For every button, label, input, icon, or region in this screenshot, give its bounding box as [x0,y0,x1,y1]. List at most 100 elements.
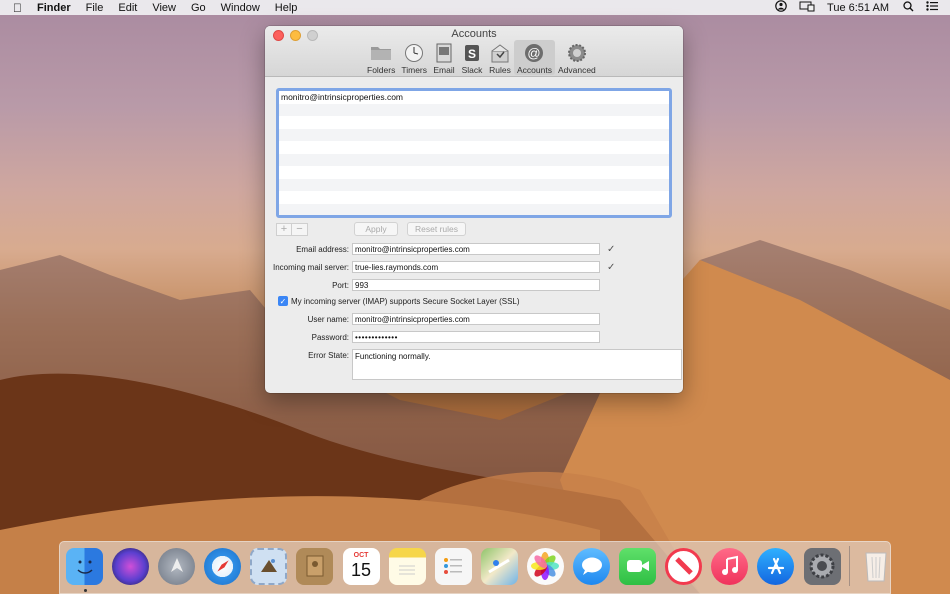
list-item-empty [279,166,669,179]
menu-bar:  Finder File Edit View Go Window Help T… [0,0,950,15]
list-item-empty [279,116,669,129]
menu-clock[interactable]: Tue 6:51 AM [827,2,889,14]
server-label: Incoming mail server: [272,262,349,272]
username-field[interactable]: monitro@intrinsicproperties.com [352,313,600,325]
svg-text:S: S [468,47,476,61]
music-icon[interactable] [711,547,749,585]
tab-label: Timers [401,65,427,75]
port-label: Port: [332,280,349,290]
reset-rules-button[interactable]: Reset rules [407,222,466,236]
accounts-list[interactable]: monitro@intrinsicproperties.com [276,88,672,218]
rules-icon [489,43,511,63]
tab-folders[interactable]: Folders [364,40,398,75]
username-label: User name: [307,314,349,324]
password-row: Password: ••••••••••••• [265,331,600,343]
server-field[interactable]: true-lies.raymonds.com [352,261,600,273]
search-icon[interactable] [903,0,914,15]
email-label: Email address: [296,244,349,254]
list-item-empty [279,153,669,166]
slack-icon: S [461,43,483,63]
user-switch-icon[interactable] [775,0,787,15]
ssl-label[interactable]: My incoming server (IMAP) supports Secur… [291,297,520,306]
calendar-day: 15 [351,560,372,580]
facetime-icon[interactable] [619,547,657,585]
preferences-toolbar: Folders Timers Email S Slack Rules @ Acc… [364,40,599,75]
tab-email[interactable]: Email [430,40,458,75]
list-item-empty [279,191,669,204]
control-list-icon[interactable] [926,1,938,14]
tab-accounts[interactable]: @ Accounts [514,40,555,75]
at-icon: @ [523,43,545,63]
tab-label: Accounts [517,65,552,75]
tab-timers[interactable]: Timers [398,40,430,75]
running-indicator [84,589,87,592]
tab-label: Rules [489,65,511,75]
system-preferences-icon[interactable] [803,547,841,585]
list-buttons: + − Apply Reset rules [276,222,466,236]
notes-icon[interactable] [388,547,426,585]
remove-account-button[interactable]: − [292,222,308,236]
list-item-empty [279,178,669,191]
menu-help[interactable]: Help [275,2,298,14]
menu-file[interactable]: File [86,2,104,14]
list-item-empty [279,128,669,141]
tab-label: Email [433,65,455,75]
menu-window[interactable]: Window [221,2,260,14]
password-label: Password: [311,332,349,342]
port-field[interactable]: 993 [352,279,600,291]
trash-icon[interactable] [858,548,895,585]
finder-icon[interactable] [66,547,103,585]
tab-label: Slack [461,65,483,75]
ssl-checkbox[interactable]: ✓ [278,296,288,306]
clock-icon [403,43,425,63]
accounts-window: Accounts Folders Timers Email S Slack Ru… [265,26,683,393]
tab-advanced[interactable]: Advanced [555,40,599,75]
apple-icon[interactable]:  [13,1,25,15]
calendar-icon[interactable]: OCT 15 [342,547,380,585]
email-field[interactable]: monitro@intrinsicproperties.com [352,243,600,255]
list-item[interactable]: monitro@intrinsicproperties.com [279,91,669,104]
tab-label: Advanced [557,65,596,75]
launchpad-icon[interactable] [158,547,196,585]
siri-icon[interactable] [112,547,150,585]
email-row: Email address: monitro@intrinsicproperti… [265,243,615,255]
contacts-icon[interactable] [296,547,334,585]
display-icon[interactable] [799,1,815,15]
gear-icon [566,43,588,63]
news-icon[interactable] [665,547,703,585]
safari-icon[interactable] [204,547,242,585]
list-item-empty [279,203,669,215]
username-row: User name: monitro@intrinsicproperties.c… [265,313,600,325]
tab-rules[interactable]: Rules [486,40,514,75]
app-store-icon[interactable] [757,547,795,585]
dock-separator [848,546,850,586]
messages-icon[interactable] [573,547,611,585]
checkmark-icon: ✓ [607,243,616,255]
window-titlebar: Accounts Folders Timers Email S Slack Ru… [265,26,683,77]
server-row: Incoming mail server: true-lies.raymonds… [265,261,615,273]
error-label: Error State: [308,351,349,360]
apply-button[interactable]: Apply [354,222,398,236]
tab-slack[interactable]: S Slack [458,40,486,75]
folder-icon [370,43,392,63]
add-account-button[interactable]: + [276,222,292,236]
checkmark-icon: ✓ [607,261,616,273]
dock: OCT 15 [59,541,891,594]
photos-icon[interactable] [526,547,564,585]
menu-view[interactable]: View [152,2,176,14]
reminders-icon[interactable] [434,547,472,585]
ssl-row: ✓ My incoming server (IMAP) supports Sec… [278,296,520,306]
error-state-field: Functioning normally. [352,349,682,380]
calendar-month: OCT [353,552,369,559]
window-title: Accounts [451,28,497,40]
tab-label: Folders [367,65,396,75]
svg-text:@: @ [528,46,541,61]
maps-icon[interactable] [480,547,518,585]
menu-edit[interactable]: Edit [118,2,137,14]
menu-app-name[interactable]: Finder [37,2,71,14]
password-field[interactable]: ••••••••••••• [352,331,600,343]
port-row: Port: 993 [265,279,600,291]
mail-stamp-icon[interactable] [250,547,288,585]
list-item-empty [279,103,669,116]
menu-go[interactable]: Go [191,2,206,14]
